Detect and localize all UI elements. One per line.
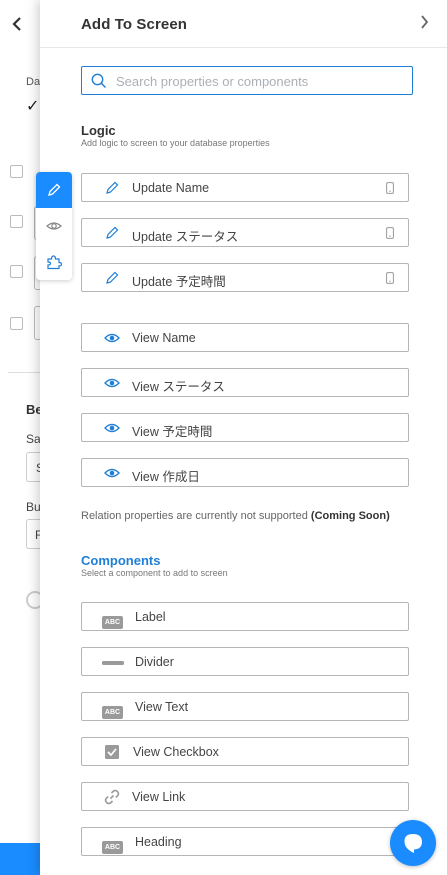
logic-item-label: Update ステータス bbox=[132, 230, 239, 244]
panel-header: Add To Screen bbox=[40, 0, 447, 48]
component-label: Label bbox=[135, 610, 166, 624]
logic-item-label: Update 予定時間 bbox=[132, 275, 226, 289]
logic-item-view-name[interactable]: View Name bbox=[81, 323, 409, 352]
eye-icon bbox=[104, 333, 120, 343]
background-checkbox[interactable] bbox=[10, 265, 23, 278]
divider-icon bbox=[102, 661, 124, 665]
background-primary-button[interactable] bbox=[0, 843, 44, 875]
relation-note-text: Relation properties are currently not su… bbox=[81, 510, 308, 522]
app-root: Da ✓ Be Sa S Bu F Add To Screen Logic Ad… bbox=[0, 0, 447, 875]
abc-icon: ABC bbox=[102, 701, 123, 719]
checkmark-icon: ✓ bbox=[26, 98, 40, 115]
back-icon[interactable] bbox=[12, 14, 22, 37]
component-label: Divider bbox=[135, 655, 174, 669]
component-label: View Text bbox=[135, 700, 189, 714]
logic-item-label: View Name bbox=[132, 331, 196, 345]
chat-bubble-icon bbox=[404, 834, 422, 853]
tool-menu bbox=[36, 172, 72, 280]
checkbox-icon bbox=[105, 745, 119, 759]
tool-view-button[interactable] bbox=[36, 208, 72, 244]
logic-item-label: View 作成日 bbox=[132, 470, 200, 484]
eye-icon bbox=[46, 222, 62, 230]
component-item-label[interactable]: ABC Label bbox=[81, 602, 409, 631]
logic-item-view-created-date[interactable]: View 作成日 bbox=[81, 458, 409, 487]
abc-icon: ABC bbox=[102, 611, 123, 629]
component-item-view-checkbox[interactable]: View Checkbox bbox=[81, 737, 409, 766]
mobile-icon bbox=[386, 182, 394, 194]
eye-icon bbox=[104, 423, 120, 433]
background-label-da: Da bbox=[26, 76, 41, 88]
background-checkbox[interactable] bbox=[10, 165, 23, 178]
tool-component-button[interactable] bbox=[36, 244, 72, 280]
logic-item-label: View 予定時間 bbox=[132, 425, 213, 439]
relation-note: Relation properties are currently not su… bbox=[81, 510, 390, 522]
components-section-title: Components bbox=[81, 553, 161, 568]
component-label: View Link bbox=[132, 790, 186, 804]
logic-item-view-status[interactable]: View ステータス bbox=[81, 368, 409, 397]
component-item-view-link[interactable]: View Link bbox=[81, 782, 409, 811]
tool-edit-button[interactable] bbox=[36, 172, 72, 208]
background-label-sa: Sa bbox=[26, 432, 41, 446]
background-checkbox[interactable] bbox=[10, 215, 23, 228]
pencil-icon bbox=[106, 226, 119, 239]
component-item-heading[interactable]: ABC Heading bbox=[81, 827, 409, 856]
eye-icon bbox=[104, 468, 120, 478]
pencil-icon bbox=[106, 271, 119, 284]
logic-section-title: Logic bbox=[81, 123, 116, 138]
logic-item-label: Update Name bbox=[132, 181, 210, 195]
logic-section-subtitle: Add logic to screen to your database pro… bbox=[81, 138, 270, 148]
add-to-screen-panel: Add To Screen Logic Add logic to screen … bbox=[40, 0, 447, 875]
abc-icon: ABC bbox=[102, 836, 123, 854]
logic-item-view-scheduled-time[interactable]: View 予定時間 bbox=[81, 413, 409, 442]
search-box[interactable] bbox=[81, 66, 413, 95]
link-icon bbox=[104, 789, 120, 805]
search-input[interactable] bbox=[116, 71, 406, 91]
chevron-right-icon[interactable] bbox=[420, 13, 429, 34]
component-item-divider[interactable]: Divider bbox=[81, 647, 409, 676]
logic-item-update-name[interactable]: Update Name bbox=[81, 173, 409, 202]
panel-title: Add To Screen bbox=[81, 16, 188, 33]
components-section-subtitle: Select a component to add to screen bbox=[81, 568, 228, 578]
logic-item-label: View ステータス bbox=[132, 380, 225, 394]
mobile-icon bbox=[386, 227, 394, 239]
coming-soon-label: (Coming Soon) bbox=[310, 510, 390, 522]
component-label: View Checkbox bbox=[133, 745, 219, 759]
component-item-view-text[interactable]: ABC View Text bbox=[81, 692, 409, 721]
puzzle-icon bbox=[47, 255, 62, 270]
background-checkbox[interactable] bbox=[10, 317, 23, 330]
eye-icon bbox=[104, 378, 120, 388]
pencil-icon bbox=[48, 183, 61, 196]
logic-item-update-status[interactable]: Update ステータス bbox=[81, 218, 409, 247]
search-icon bbox=[91, 73, 106, 88]
logic-item-update-scheduled-time[interactable]: Update 予定時間 bbox=[81, 263, 409, 292]
pencil-icon bbox=[106, 181, 119, 194]
background-label-bu: Bu bbox=[26, 500, 41, 514]
component-label: Heading bbox=[135, 835, 182, 849]
mobile-icon bbox=[386, 272, 394, 284]
chat-button[interactable] bbox=[390, 820, 436, 866]
